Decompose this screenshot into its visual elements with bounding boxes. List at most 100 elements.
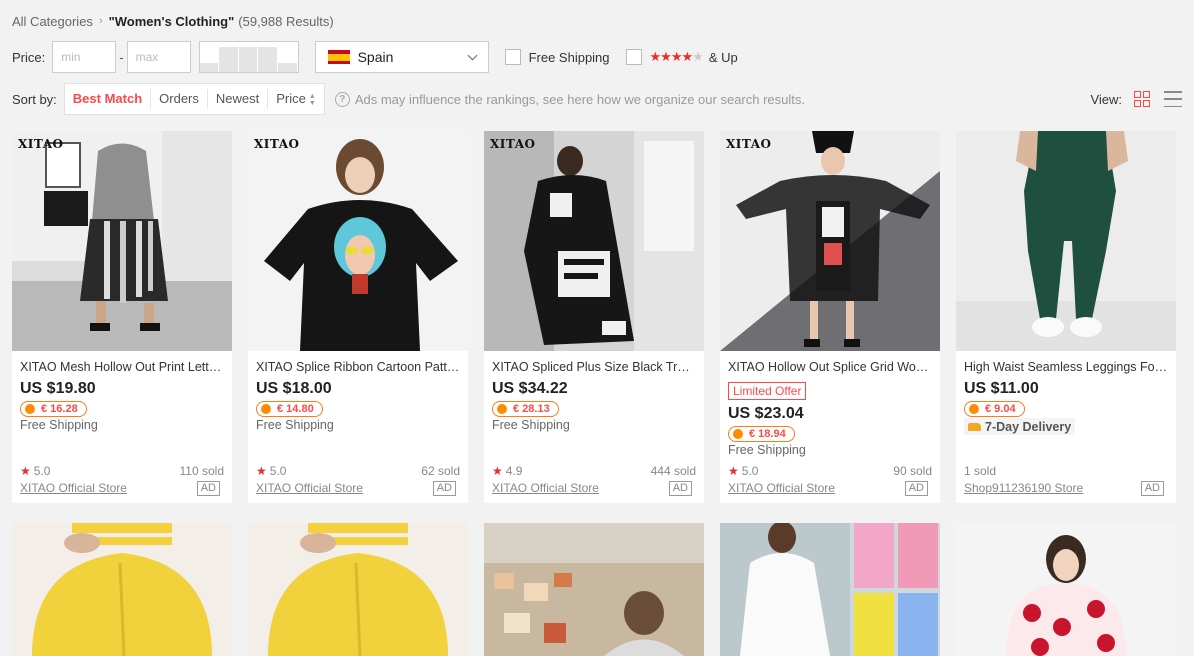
sold-count: 62 sold — [421, 464, 460, 478]
product-photo — [12, 523, 232, 656]
product-card[interactable]: XITAO XITAO Spliced Plus Size Black Tren… — [484, 131, 704, 503]
coin-icon — [25, 404, 35, 414]
list-view-icon[interactable] — [1164, 91, 1182, 107]
store-link[interactable]: XITAO Official Store — [256, 481, 363, 495]
star-icon: ★ — [728, 464, 739, 478]
country-name: Spain — [357, 49, 394, 65]
product-image[interactable]: XITAO — [248, 131, 468, 351]
product-title[interactable]: XITAO Splice Ribbon Cartoon Pattern T-sh… — [256, 360, 460, 374]
histogram-bar — [199, 63, 220, 72]
shipping-text: Free Shipping — [728, 443, 806, 457]
coin-price-badge: € 18.94 — [728, 426, 795, 442]
price-max-input[interactable] — [126, 41, 191, 73]
info-icon[interactable]: ? — [334, 91, 350, 107]
product-info: XITAO Spliced Plus Size Black Trench Coa… — [484, 351, 704, 503]
price-histogram[interactable] — [198, 41, 299, 73]
product-image[interactable]: XITAO — [12, 131, 232, 351]
product-rating: ★ 4.9 — [492, 464, 522, 478]
product-title[interactable]: High Waist Seamless Leggings For Women — [964, 360, 1168, 374]
product-price: US $19.80 — [20, 380, 96, 397]
sort-best-match[interactable]: Best Match — [65, 89, 152, 109]
product-photo — [720, 131, 940, 351]
ad-badge: AD — [432, 481, 456, 496]
limited-offer-badge: Limited Offer — [728, 382, 807, 400]
product-image[interactable] — [956, 131, 1176, 351]
sort-options: Best Match Orders Newest Price ▲ ▼ — [63, 83, 325, 115]
delivery-text: 7-Day Delivery — [985, 419, 1072, 434]
star-icon: ★ — [492, 464, 503, 478]
rating-value: 5.0 — [741, 464, 759, 478]
sort-newest[interactable]: Newest — [208, 89, 269, 109]
product-card[interactable] — [12, 523, 232, 656]
coin-price-badge: € 28.13 — [492, 401, 559, 417]
product-rating: ★ 5.0 — [728, 464, 758, 478]
delivery-badge: 7-Day Delivery — [964, 418, 1076, 435]
product-title[interactable]: XITAO Hollow Out Splice Grid Women Dress — [728, 360, 932, 374]
star-filled-icons: ★★★★ — [649, 49, 694, 64]
view-label: View: — [1090, 91, 1122, 107]
price-min-input[interactable] — [52, 41, 117, 73]
coin-price: € 28.13 — [513, 403, 550, 415]
ads-disclaimer[interactable]: Ads may influence the rankings, see here… — [355, 92, 805, 107]
shipping-text: Free Shipping — [20, 418, 98, 432]
product-info: High Waist Seamless Leggings For Women U… — [956, 351, 1176, 503]
coin-price: € 14.80 — [277, 403, 314, 415]
store-link[interactable]: Shop911236190 Store — [964, 481, 1083, 495]
product-title[interactable]: XITAO Mesh Hollow Out Print Letter Casua… — [20, 360, 224, 374]
product-photo — [484, 523, 704, 656]
filter-bar: Price: - Spain Free Shipping ★★★★★ & Up — [12, 41, 738, 73]
free-shipping-label[interactable]: Free Shipping — [529, 50, 610, 65]
product-card[interactable]: XITAO XITAO Mesh Hollow Out Print Letter… — [12, 131, 232, 503]
coin-icon — [733, 429, 743, 439]
product-image[interactable]: XITAO — [484, 131, 704, 351]
rating-value: 5.0 — [269, 464, 287, 478]
store-link[interactable]: XITAO Official Store — [20, 481, 127, 495]
product-image[interactable]: XITAO — [720, 131, 940, 351]
coin-icon — [969, 404, 979, 414]
product-photo — [956, 523, 1176, 656]
product-card[interactable] — [956, 523, 1176, 656]
breadcrumb-all-categories[interactable]: All Categories — [12, 14, 93, 29]
shipping-text: Free Shipping — [256, 418, 334, 432]
product-card[interactable]: XITAO XITAO Splice Ribbon Cartoon Patter… — [248, 131, 468, 503]
product-rating: ★ 5.0 — [256, 464, 286, 478]
ship-to-country-select[interactable]: Spain — [314, 41, 489, 73]
product-card[interactable]: XITAO XITAO Hollow Out Splice Grid Women… — [720, 131, 940, 503]
product-title[interactable]: XITAO Spliced Plus Size Black Trench Coa… — [492, 360, 696, 374]
grid-view-icon[interactable] — [1134, 91, 1150, 107]
rating-filter-checkbox[interactable] — [625, 49, 642, 65]
sort-price-label: Price — [276, 91, 306, 106]
view-toggle: View: — [1090, 91, 1182, 107]
histogram-bar — [238, 46, 259, 72]
free-shipping-checkbox[interactable] — [504, 49, 521, 65]
ad-badge: AD — [196, 481, 220, 496]
product-info: XITAO Mesh Hollow Out Print Letter Casua… — [12, 351, 232, 503]
product-card[interactable] — [484, 523, 704, 656]
truck-icon — [968, 422, 981, 431]
histogram-bar — [219, 46, 239, 72]
product-photo — [248, 523, 468, 656]
rating-value: 4.9 — [505, 464, 523, 478]
product-card[interactable] — [248, 523, 468, 656]
breadcrumb-separator-icon: › — [98, 15, 103, 27]
sort-arrows-icon: ▲ ▼ — [308, 92, 316, 107]
store-link[interactable]: XITAO Official Store — [728, 481, 835, 495]
price-dash: - — [119, 49, 124, 65]
spain-flag-icon — [327, 50, 350, 64]
sort-label: Sort by: — [12, 91, 57, 107]
coin-price: € 16.28 — [41, 403, 78, 415]
rating-value: 5.0 — [33, 464, 51, 478]
sort-price[interactable]: Price ▲ ▼ — [268, 89, 324, 109]
store-link[interactable]: XITAO Official Store — [492, 481, 599, 495]
product-card[interactable]: High Waist Seamless Leggings For Women U… — [956, 131, 1176, 503]
sold-count: 90 sold — [893, 464, 932, 478]
product-card[interactable] — [720, 523, 940, 656]
histogram-bar — [258, 46, 278, 72]
product-rating: ★ 5.0 — [20, 464, 50, 478]
coin-price-badge: € 9.04 — [964, 401, 1025, 417]
coin-icon — [497, 404, 507, 414]
histogram-bar — [277, 63, 298, 72]
brand-watermark: XITAO — [490, 137, 536, 151]
sort-orders[interactable]: Orders — [151, 89, 208, 109]
rating-filter-label[interactable]: & Up — [709, 50, 738, 65]
